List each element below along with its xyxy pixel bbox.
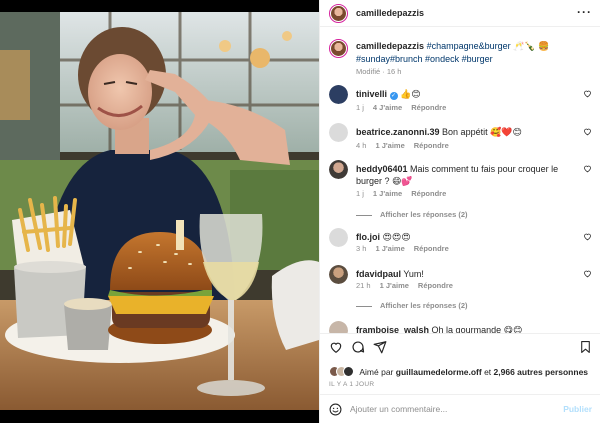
comment-time: 1 j	[356, 103, 364, 112]
view-replies-button[interactable]: Afficher les réponses (2)	[356, 210, 468, 219]
post-photo[interactable]	[0, 0, 319, 423]
heart-icon[interactable]	[329, 340, 343, 354]
comment-username[interactable]: beatrice.zanonni.39	[356, 127, 440, 137]
comment-body: Yum!	[403, 269, 424, 279]
reply-button[interactable]: Répondre	[411, 103, 446, 112]
comment-likes-count[interactable]: 1 J'aime	[380, 281, 409, 290]
liked-by-user[interactable]: guillaumedelorme.off	[396, 367, 482, 377]
comment-text: heddy06401 Mais comment tu fais pour cro…	[356, 163, 578, 187]
liker-avatar	[343, 366, 354, 377]
comment-text: fdavidpaul Yum!	[356, 268, 578, 280]
replies-line	[356, 214, 372, 216]
comment-body: 👍😊	[400, 89, 421, 99]
post-side-panel: camilledepazzis ··· camilledepazzis #cha…	[319, 0, 600, 423]
bookmark-icon[interactable]	[579, 340, 592, 354]
liked-by-middle: et	[481, 367, 494, 377]
commenter-avatar[interactable]	[329, 160, 348, 179]
caption-avatar[interactable]	[329, 39, 348, 58]
caption-text: camilledepazzis #champagne&burger 🥂🍾 🍔 #…	[356, 40, 586, 66]
caption-time: Modifié · 16 h	[356, 67, 402, 76]
comment-like-heart-icon[interactable]	[583, 269, 592, 278]
post-header: camilledepazzis ···	[320, 0, 600, 27]
comment-likes-count[interactable]: 1 J'aime	[373, 189, 402, 198]
commenter-avatar[interactable]	[329, 123, 348, 142]
commenter-avatar[interactable]	[329, 265, 348, 284]
post-photo-image	[0, 0, 319, 423]
view-replies-label: Afficher les réponses (2)	[380, 210, 468, 219]
comment-text: beatrice.zanonni.39 Bon appétit 🥰❤️😊	[356, 126, 578, 138]
commenter-avatar[interactable]	[329, 85, 348, 104]
comment-text: tinivelli ✓ 👍😊	[356, 88, 578, 100]
comment-username[interactable]: tinivelli	[356, 89, 387, 99]
commenter-avatar[interactable]	[329, 321, 348, 333]
comment-time: 1 j	[356, 189, 364, 198]
reply-button[interactable]: Répondre	[411, 189, 446, 198]
reply-button[interactable]: Répondre	[414, 141, 449, 150]
comment-likes-count[interactable]: 4 J'aime	[373, 103, 402, 112]
liked-by: Aimé par guillaumedelorme.off et 2,966 a…	[329, 366, 588, 378]
emoji-icon[interactable]	[329, 403, 342, 416]
add-comment-bar: Publier	[320, 394, 600, 423]
comment-time: 3 h	[356, 244, 367, 253]
commenter-avatar[interactable]	[329, 228, 348, 247]
replies-line	[356, 305, 372, 307]
comment-input[interactable]	[350, 402, 550, 416]
comment-body: Bon appétit 🥰❤️😊	[442, 127, 522, 137]
comment-body: Oh la gourmande 😋😊	[431, 325, 523, 333]
post-date[interactable]: IL Y A 1 JOUR	[329, 381, 374, 388]
share-icon[interactable]	[373, 340, 387, 354]
comment-text: flo.joi 😍😍😍	[356, 231, 578, 243]
reply-button[interactable]: Répondre	[418, 281, 453, 290]
more-options-icon[interactable]: ···	[577, 5, 592, 19]
comment-icon[interactable]	[351, 340, 365, 354]
comment-meta: 4 h 1 J'aime Répondre	[356, 141, 458, 150]
likes-count[interactable]: 2,966 autres personnes	[494, 367, 589, 377]
comment-body: 😍😍😍	[382, 232, 411, 242]
publish-button[interactable]: Publier	[563, 404, 592, 414]
comment-likes-count[interactable]: 1 J'aime	[375, 244, 404, 253]
verified-badge-icon: ✓	[389, 92, 398, 100]
comment-username[interactable]: flo.joi	[356, 232, 380, 242]
caption-username[interactable]: camilledepazzis	[356, 41, 424, 51]
view-replies-button[interactable]: Afficher les réponses (2)	[356, 301, 468, 310]
view-replies-label: Afficher les réponses (2)	[380, 301, 468, 310]
comment-username[interactable]: fdavidpaul	[356, 269, 401, 279]
comment-text: framboise_walsh Oh la gourmande 😋😊	[356, 324, 578, 333]
comment-username[interactable]: heddy06401	[356, 164, 408, 174]
author-username[interactable]: camilledepazzis	[356, 8, 424, 18]
author-avatar[interactable]	[329, 4, 348, 23]
reply-button[interactable]: Répondre	[414, 244, 449, 253]
caption-emojis: 🥂🍾 🍔	[513, 41, 550, 51]
caption-hashtags[interactable]: #sunday#brunch #ondeck #burger	[356, 54, 493, 64]
comment-meta: 3 h 1 J'aime Répondre	[356, 244, 458, 253]
comment-likes-count[interactable]: 1 J'aime	[375, 141, 404, 150]
comment-like-heart-icon[interactable]	[583, 232, 592, 241]
comment-like-heart-icon[interactable]	[583, 164, 592, 173]
comment-time: 4 h	[356, 141, 367, 150]
comment-like-heart-icon[interactable]	[583, 127, 592, 136]
comment-like-heart-icon[interactable]	[583, 89, 592, 98]
liked-by-text: Aimé par guillaumedelorme.off et 2,966 a…	[359, 367, 588, 377]
comments-list[interactable]: camilledepazzis #champagne&burger 🥂🍾 🍔 #…	[320, 27, 600, 333]
comment-meta: 1 j 4 J'aime Répondre	[356, 103, 455, 112]
caption-hashtag[interactable]: #champagne&burger	[427, 41, 511, 51]
comment-meta: 1 j 1 J'aime Répondre	[356, 189, 455, 198]
liked-by-prefix: Aimé par	[359, 367, 396, 377]
comment-time: 21 h	[356, 281, 371, 290]
comment-username[interactable]: framboise_walsh	[356, 325, 429, 333]
comment-meta: 21 h 1 J'aime Répondre	[356, 281, 462, 290]
liker-avatars	[329, 366, 355, 378]
